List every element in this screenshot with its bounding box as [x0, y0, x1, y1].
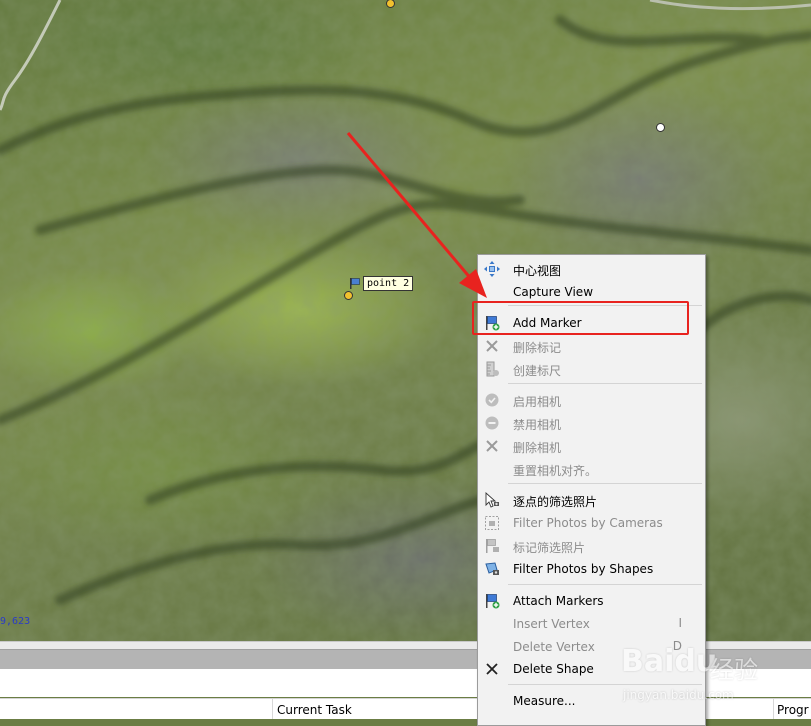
menu-item-label: 创建标尺 — [513, 364, 562, 378]
menu-item-label: Delete Vertex — [513, 640, 595, 654]
watermark-url: jingyan.baidu.com — [623, 688, 734, 702]
menu-item-label: 禁用相机 — [513, 418, 562, 432]
menu-item-label: Capture View — [513, 285, 594, 299]
menu-item-label: Filter Photos by Shapes — [513, 562, 654, 576]
filter-by-point-icon — [484, 492, 500, 508]
filter-by-shapes-icon — [484, 561, 500, 577]
menu-item-capture-view[interactable]: Capture View — [479, 280, 704, 303]
menu-item-label: Filter Photos by Cameras — [513, 516, 663, 530]
menu-item-filter-photos-by-cameras[interactable]: Filter Photos by Cameras — [479, 511, 704, 534]
filter-by-cameras-icon — [484, 515, 500, 531]
menu-item-reset-camera-alignment[interactable]: 重置相机对齐。 — [479, 457, 704, 480]
menu-item-insert-vertex[interactable]: Insert Vertex I — [479, 612, 704, 635]
menu-item-label: Measure... — [513, 694, 576, 708]
menu-item-label: 标记筛选照片 — [513, 541, 586, 555]
column-header-current-task[interactable]: Current Task — [277, 703, 352, 717]
coordinate-readout: 9,623 — [0, 616, 31, 627]
menu-item-label: Attach Markers — [513, 594, 604, 608]
shortcut-label: I — [678, 616, 682, 630]
menu-item-label: 中心视图 — [513, 264, 562, 278]
menu-item-disable-camera[interactable]: 禁用相机 — [479, 411, 704, 434]
menu-item-label: 启用相机 — [513, 395, 562, 409]
attach-markers-icon — [484, 593, 500, 609]
menu-item-label: 逐点的筛选照片 — [513, 495, 598, 509]
watermark-text: 经验 — [710, 656, 758, 684]
menu-item-label: 删除标记 — [513, 341, 562, 355]
watermark-logo: Baidu — [621, 644, 718, 679]
disable-camera-icon — [484, 415, 500, 431]
unselected-marker-icon[interactable] — [656, 123, 665, 132]
filter-by-markers-icon — [484, 538, 500, 554]
menu-item-label: 重置相机对齐。 — [513, 464, 598, 478]
delete-marker-icon — [484, 338, 500, 354]
menu-item-filter-photos-by-shapes[interactable]: Filter Photos by Shapes — [479, 557, 704, 580]
create-scale-bar-icon — [484, 361, 500, 377]
delete-shape-icon — [484, 661, 500, 677]
marker-flag-icon — [350, 278, 360, 289]
enable-camera-icon — [484, 392, 500, 408]
menu-item-attach-markers[interactable]: Attach Markers — [479, 589, 704, 612]
menu-item-filter-photos-by-markers[interactable]: 标记筛选照片 — [479, 534, 704, 557]
menu-item-enable-camera[interactable]: 启用相机 — [479, 388, 704, 411]
delete-camera-icon — [484, 438, 500, 454]
marker-label[interactable]: point 2 — [363, 276, 414, 291]
menu-item-label: Delete Shape — [513, 662, 594, 676]
menu-item-center-view[interactable]: 中心视图 — [479, 257, 704, 280]
center-view-icon — [484, 261, 500, 277]
menu-item-create-scale-bar[interactable]: 创建标尺 — [479, 357, 704, 380]
menu-item-label: Insert Vertex — [513, 617, 590, 631]
menu-item-delete-marker[interactable]: 删除标记 — [479, 334, 704, 357]
marker-point-icon[interactable] — [344, 291, 353, 300]
menu-item-label: 删除相机 — [513, 441, 562, 455]
watermark: Baidu 经验 jingyan.baidu.com — [615, 636, 795, 716]
menu-item-delete-camera[interactable]: 删除相机 — [479, 434, 704, 457]
menu-item-filter-photos-by-point[interactable]: 逐点的筛选照片 — [479, 488, 704, 511]
highlight-annotation-box — [472, 301, 689, 335]
